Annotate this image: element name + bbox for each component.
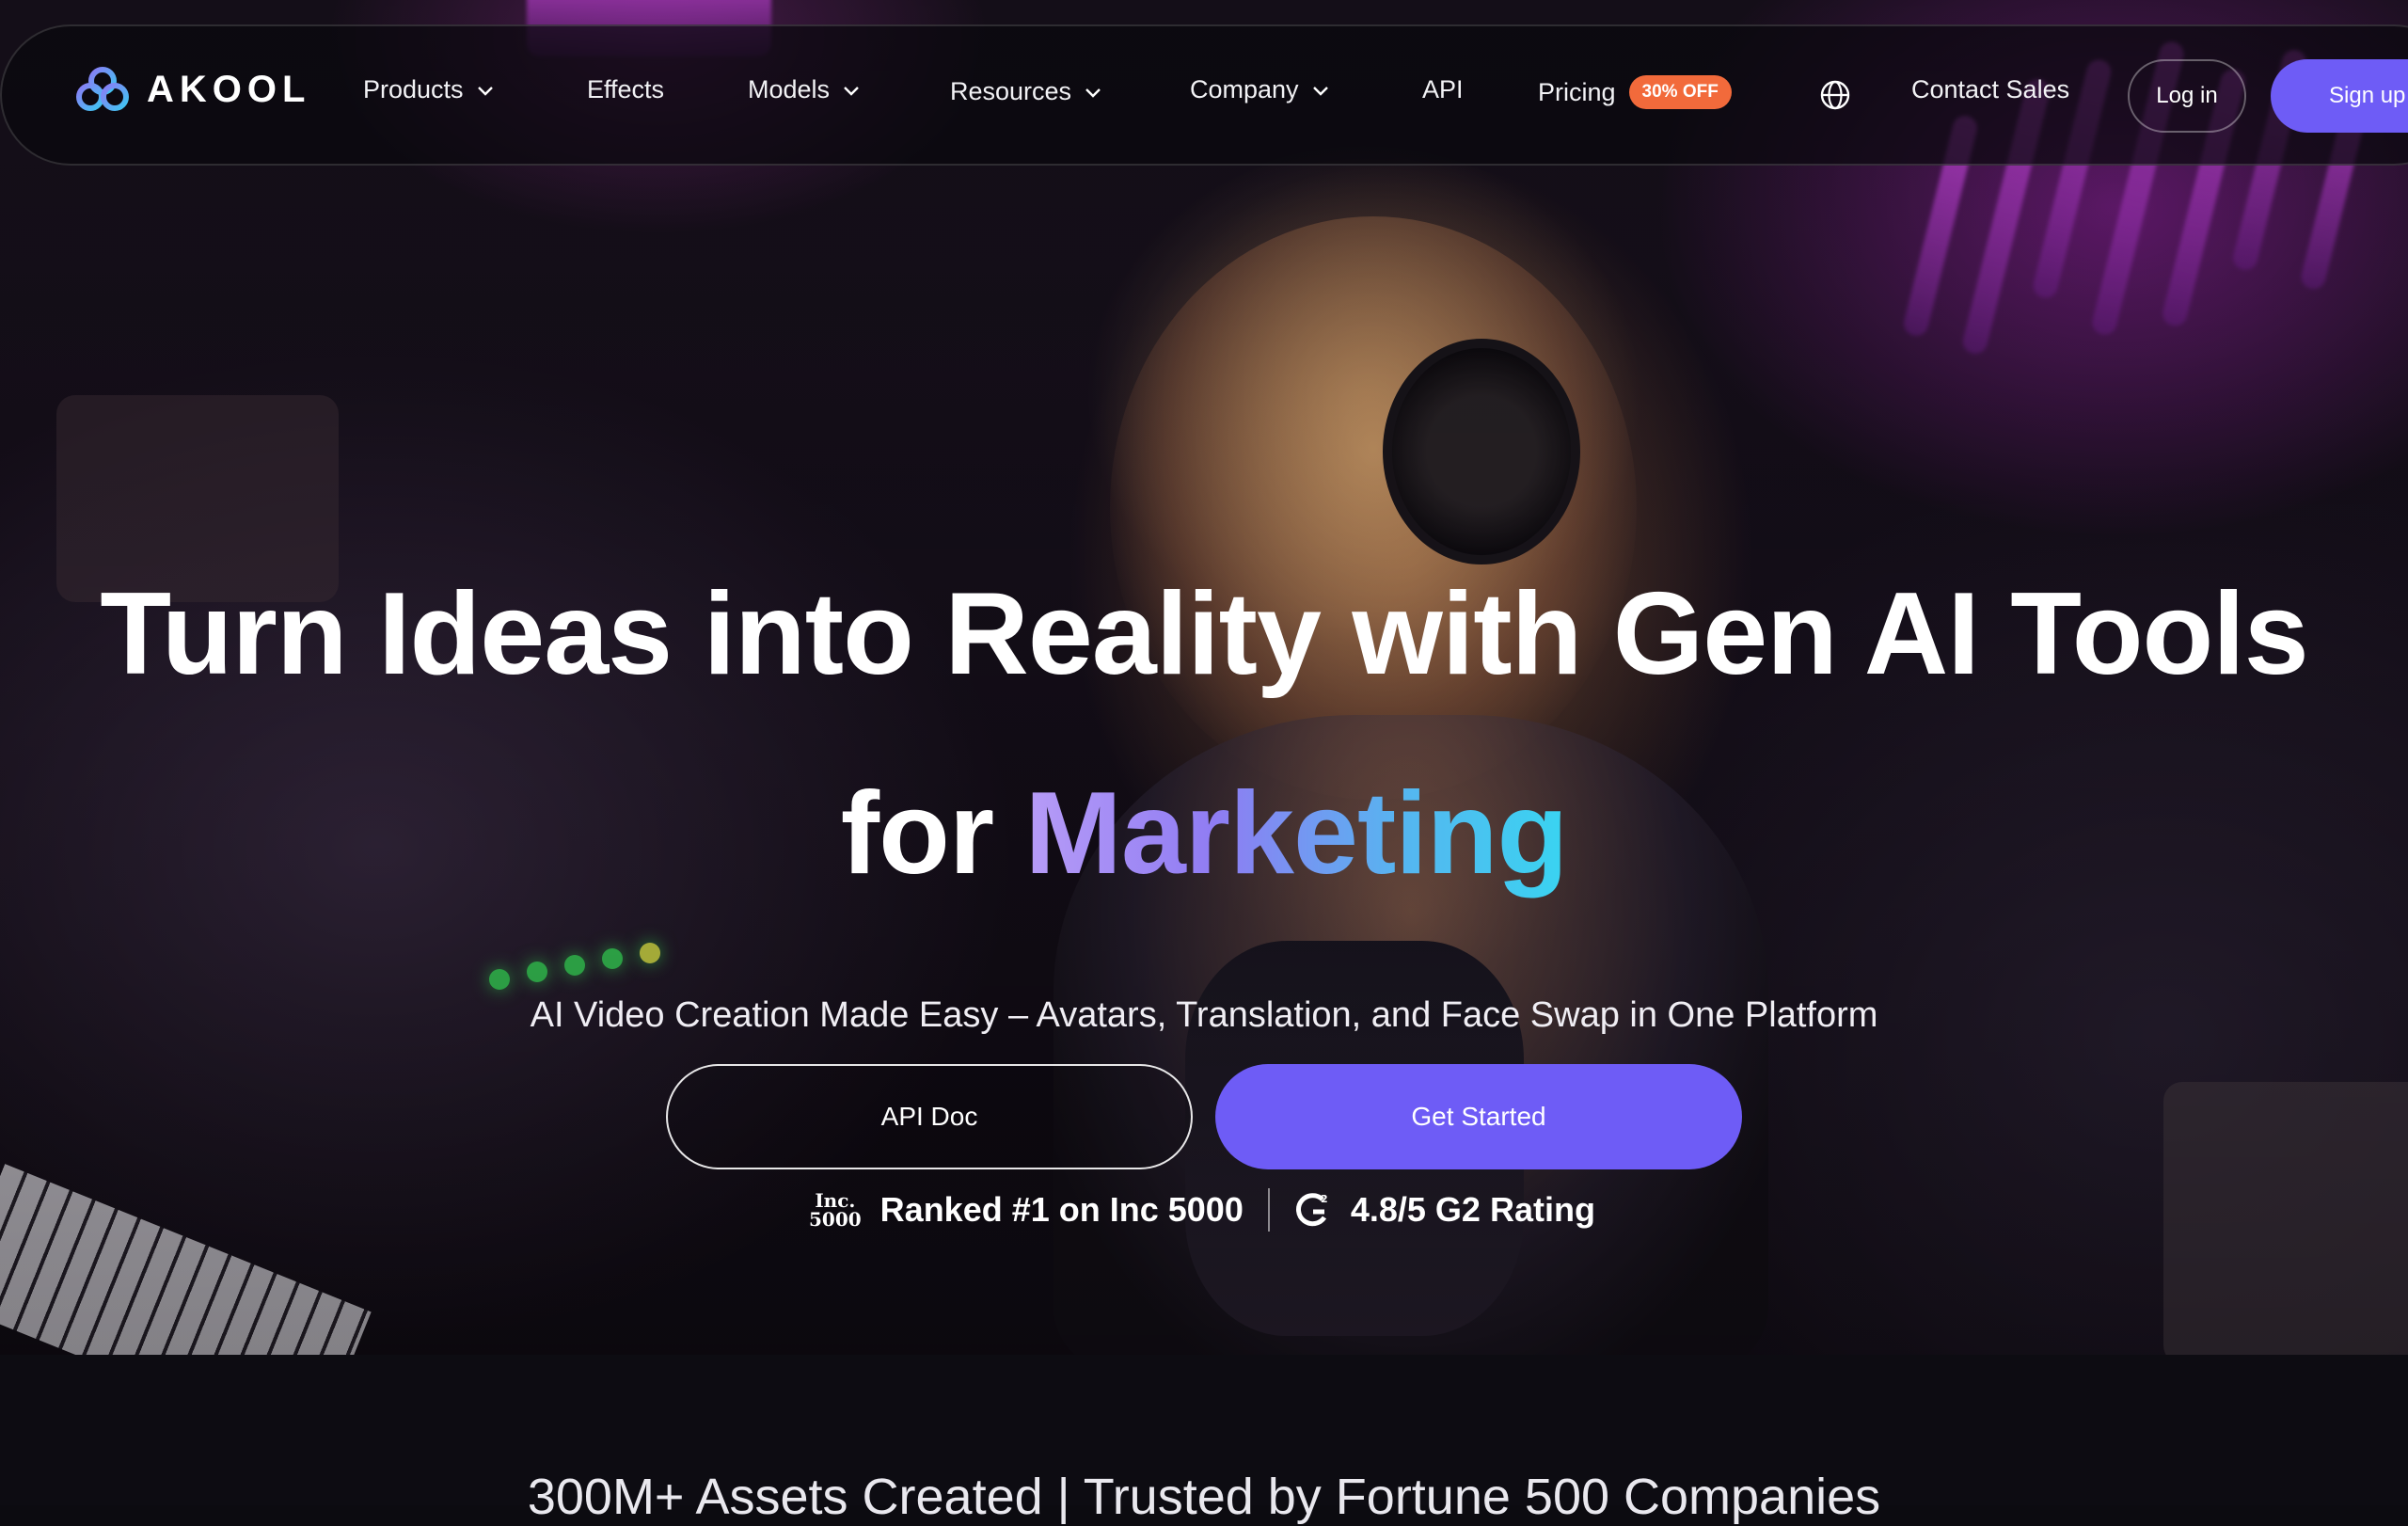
nav-products[interactable]: Products (363, 75, 494, 104)
inc-logo-line-1: Inc. (815, 1189, 856, 1212)
brand-name: AKOOL (147, 68, 311, 110)
divider (1267, 1188, 1270, 1232)
hero-subtitle: AI Video Creation Made Easy – Avatars, T… (530, 995, 1878, 1035)
hero-headline: Turn Ideas into Reality with Gen AI Tool… (0, 534, 2408, 933)
language-selector[interactable] (1819, 79, 1851, 111)
headline-line-2: for Marketing (0, 734, 2408, 933)
chevron-down-icon (844, 86, 859, 96)
nav-effects-label: Effects (587, 75, 665, 103)
nav-pricing[interactable]: Pricing 30% OFF (1538, 75, 1732, 109)
nav-resources[interactable]: Resources (950, 77, 1101, 106)
nav-company-label: Company (1190, 75, 1299, 103)
chevron-down-icon (1085, 87, 1101, 98)
nav-company[interactable]: Company (1190, 75, 1329, 104)
api-doc-button[interactable]: API Doc (666, 1064, 1193, 1169)
chevron-down-icon (1312, 86, 1328, 96)
globe-icon (1820, 80, 1850, 110)
inc-logo-line-2: 5000 (809, 1208, 862, 1231)
nav-models[interactable]: Models (748, 75, 860, 104)
akool-logo-icon (76, 67, 129, 111)
social-proof: Inc. 5000 Ranked #1 on Inc 5000 2 4.8/5 … (809, 1184, 1595, 1236)
contact-sales-label: Contact Sales (1911, 75, 2070, 103)
chevron-down-icon (477, 86, 493, 96)
headline-line-1: Turn Ideas into Reality with Gen AI Tool… (100, 569, 2308, 699)
inc-ranking-text: Ranked #1 on Inc 5000 (879, 1190, 1244, 1229)
login-button[interactable]: Log in (2128, 59, 2246, 133)
contact-sales-link[interactable]: Contact Sales (1911, 75, 2069, 104)
signup-button[interactable]: Sign up (2271, 59, 2408, 133)
nav-effects[interactable]: Effects (587, 75, 664, 104)
nav-api-label: API (1422, 75, 1464, 103)
get-started-button[interactable]: Get Started (1215, 1064, 1742, 1169)
headline-accent: Marketing (1024, 769, 1569, 898)
nav-products-label: Products (363, 75, 464, 103)
nav-pricing-label: Pricing (1538, 77, 1616, 106)
nav-resources-label: Resources (950, 77, 1072, 105)
inc-5000-logo: Inc. 5000 (809, 1191, 862, 1229)
nav-api[interactable]: API (1422, 75, 1464, 104)
svg-text:2: 2 (1321, 1193, 1328, 1205)
g2-rating-text: 4.8/5 G2 Rating (1350, 1190, 1595, 1229)
g2-logo-icon: 2 (1295, 1193, 1328, 1227)
brand-logo[interactable]: AKOOL (75, 66, 310, 113)
trust-line: 300M+ Assets Created | Trusted by Fortun… (527, 1469, 1881, 1525)
headline-for: for (840, 769, 994, 898)
nav-models-label: Models (748, 75, 831, 103)
discount-badge: 30% OFF (1628, 75, 1732, 109)
